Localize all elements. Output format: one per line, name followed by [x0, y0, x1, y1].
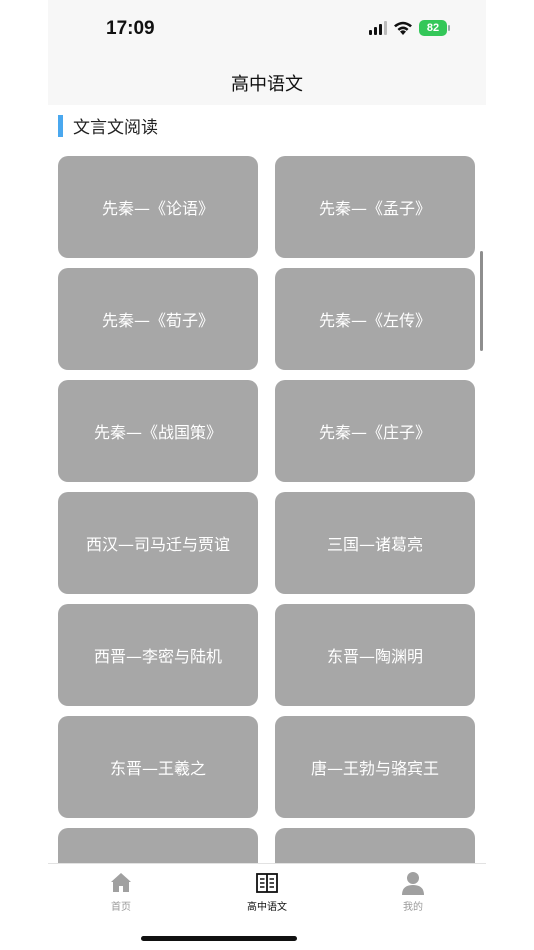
card-lunyu[interactable]: 先秦—《论语》: [58, 156, 258, 258]
navigation-bar: 高中语文: [48, 58, 486, 105]
page-title: 高中语文: [231, 74, 303, 95]
section-title: 文言文阅读: [73, 118, 158, 138]
scrollbar[interactable]: [480, 251, 483, 351]
person-icon: [402, 872, 424, 895]
home-indicator[interactable]: [141, 936, 297, 941]
card-simaqian-jiayi[interactable]: 西汉—司马迁与贾谊: [58, 492, 258, 594]
section-header: 文言文阅读: [58, 113, 158, 138]
card-mengzi[interactable]: 先秦—《孟子》: [275, 156, 475, 258]
book-icon: [256, 873, 278, 893]
wifi-icon: [394, 21, 412, 35]
card-wangxizhi[interactable]: 东晋—王羲之: [58, 716, 258, 818]
tab-chinese-label: 高中语文: [247, 902, 287, 913]
section-accent-bar: [58, 114, 63, 137]
tab-home[interactable]: 首页: [48, 870, 194, 913]
status-bar: 17:09 82: [48, 0, 486, 58]
phone-screen: 17:09 82 高中语文 文言文阅读 先秦—《论语》 先秦—《孟子》 先秦—《…: [48, 0, 486, 950]
tab-profile[interactable]: 我的: [340, 870, 486, 913]
status-indicators: 82: [369, 20, 450, 36]
battery-indicator: 82: [419, 20, 450, 36]
card-partial-right[interactable]: [275, 828, 475, 863]
home-icon: [111, 873, 131, 892]
battery-cap: [448, 25, 450, 31]
status-time: 17:09: [106, 18, 155, 39]
card-zhugeliang[interactable]: 三国—诸葛亮: [275, 492, 475, 594]
tab-profile-label: 我的: [403, 902, 423, 913]
content-scroll-area[interactable]: 文言文阅读 先秦—《论语》 先秦—《孟子》 先秦—《荀子》 先秦—《左传》 先秦…: [48, 105, 486, 863]
cellular-signal-icon: [369, 21, 387, 35]
tab-chinese[interactable]: 高中语文: [194, 870, 340, 913]
tab-home-label: 首页: [111, 902, 131, 913]
card-limi-luji[interactable]: 西晋—李密与陆机: [58, 604, 258, 706]
battery-level: 82: [426, 22, 440, 34]
battery-icon: 82: [419, 20, 447, 36]
card-taoyuanming[interactable]: 东晋—陶渊明: [275, 604, 475, 706]
card-wangbo-luobinwang[interactable]: 唐—王勃与骆宾王: [275, 716, 475, 818]
card-zuozhuan[interactable]: 先秦—《左传》: [275, 268, 475, 370]
card-zhuangzi[interactable]: 先秦—《庄子》: [275, 380, 475, 482]
card-xunzi[interactable]: 先秦—《荀子》: [58, 268, 258, 370]
card-partial-left[interactable]: [58, 828, 258, 863]
card-zhanguoce[interactable]: 先秦—《战国策》: [58, 380, 258, 482]
